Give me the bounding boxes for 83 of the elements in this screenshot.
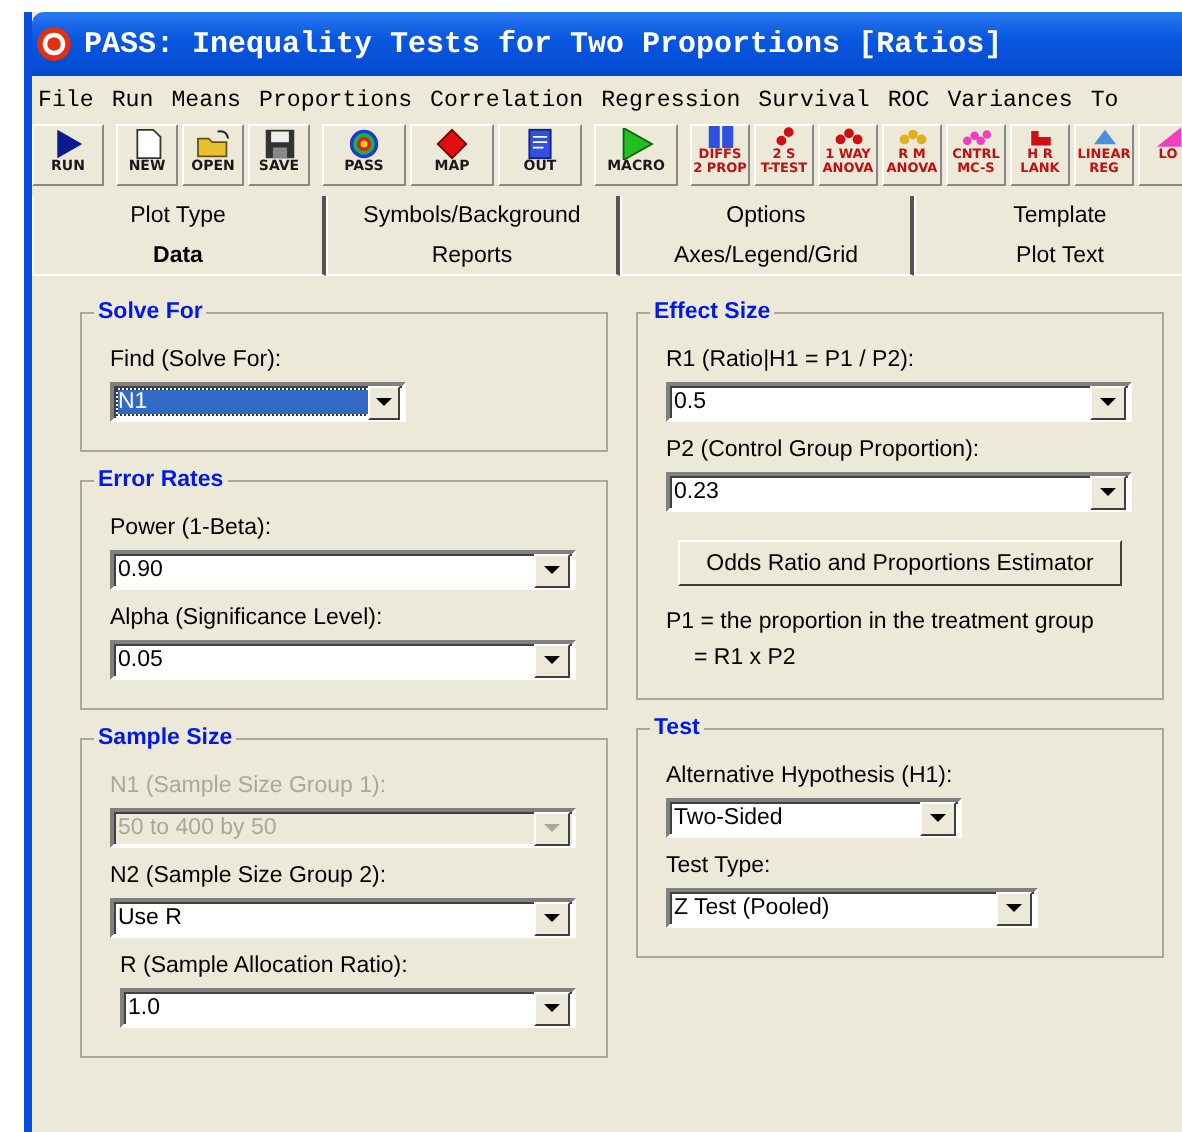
menu-item[interactable]: Survival [758, 87, 870, 113]
caret-icon [544, 1004, 560, 1012]
dropdown[interactable]: N1 [110, 382, 406, 422]
menu-item[interactable]: Regression [601, 87, 741, 113]
caret-icon [544, 566, 560, 574]
caret-icon [544, 914, 560, 922]
dots-icon [961, 126, 991, 148]
note-text: = R1 x P2 [692, 646, 798, 670]
dropdown-arrow-button[interactable] [1090, 475, 1126, 509]
dropdown[interactable]: Two-Sided [666, 798, 962, 838]
dropdown[interactable]: 0.05 [110, 640, 576, 680]
folder-icon [191, 128, 235, 160]
selected-value: 0.5 [674, 390, 708, 414]
caret-icon [1100, 398, 1116, 406]
selected-value: Two-Sided [674, 806, 785, 830]
selected-value: 0.05 [118, 648, 165, 672]
menu-item[interactable]: File [38, 87, 94, 113]
tab[interactable]: Reports [326, 236, 620, 276]
section-title: Effect Size [652, 300, 773, 324]
dropdown-arrow-button[interactable] [920, 801, 956, 835]
wedge-icon [1153, 126, 1182, 148]
menu-item[interactable]: Correlation [430, 87, 584, 113]
dropdown-arrow-button[interactable] [534, 553, 570, 587]
menu-item[interactable]: ROC [887, 87, 930, 113]
field-label: Alternative Hypothesis (H1): [666, 764, 955, 788]
target-icon [36, 26, 72, 62]
dropdown[interactable]: 0.5 [666, 382, 1132, 422]
caret-icon [930, 814, 946, 822]
dots-icon [897, 126, 927, 148]
tab[interactable]: Axes/Legend/Grid [620, 236, 914, 276]
menu-item[interactable]: To [1090, 87, 1119, 113]
field-label: Test Type: [666, 854, 773, 878]
dropdown[interactable]: 1.0 [120, 988, 576, 1028]
steps-icon [1025, 126, 1055, 148]
selected-value: 1.0 [128, 996, 162, 1020]
dropdown-arrow-button[interactable] [534, 643, 570, 677]
field-label: Find (Solve For): [110, 348, 284, 372]
selected-value: 0.90 [118, 558, 165, 582]
section-title: Solve For [96, 300, 205, 324]
dots-icon [833, 126, 863, 148]
dropdown-arrow-button[interactable] [996, 891, 1032, 925]
tab[interactable]: Data [32, 236, 326, 276]
menu-item[interactable]: Means [171, 87, 242, 113]
field-label: Alpha (Significance Level): [110, 606, 385, 630]
dropdown-arrow-button[interactable] [534, 991, 570, 1025]
tab[interactable]: Plot Type [32, 196, 326, 236]
selected-value: 50 to 400 by 50 [118, 816, 279, 840]
field-label: R (Sample Allocation Ratio): [120, 954, 410, 978]
selected-value: 0.23 [674, 480, 721, 504]
field-label: Power (1-Beta): [110, 516, 274, 540]
menu-item[interactable]: Variances [947, 87, 1073, 113]
section-title: Error Rates [96, 468, 226, 492]
tab[interactable]: Plot Text [914, 236, 1182, 276]
menu-item[interactable]: Proportions [259, 87, 413, 113]
section-title: Test [652, 716, 702, 740]
menu-item[interactable]: Run [111, 87, 154, 113]
field-label: N2 (Sample Size Group 2): [110, 864, 389, 888]
field-label: R1 (Ratio|H1 = P1 / P2): [666, 348, 917, 372]
caret-icon [376, 398, 392, 406]
triangle-icon [1089, 126, 1119, 148]
caret-icon [1006, 904, 1022, 912]
dropdown[interactable]: Use R [110, 898, 576, 938]
dropdown-arrow-button[interactable] [368, 385, 400, 419]
bars-icon [705, 126, 735, 148]
caret-icon [544, 656, 560, 664]
caret-icon [544, 824, 560, 832]
section-title: Sample Size [96, 726, 235, 750]
dropdown-arrow-button[interactable] [1090, 385, 1126, 419]
selected-value: Z Test (Pooled) [674, 896, 832, 920]
dropdown[interactable]: Z Test (Pooled) [666, 888, 1038, 928]
note-text: P1 = the proportion in the treatment group [666, 610, 1096, 634]
caret-icon [1100, 488, 1116, 496]
window-title: PASS: Inequality Tests for Two Proportions [Ratios] [84, 27, 1003, 61]
field-label: P2 (Control Group Proportion): [666, 438, 982, 462]
selected-value: Use R [118, 906, 184, 930]
dropdown[interactable]: 0.90 [110, 550, 576, 590]
field-label: N1 (Sample Size Group 1): [110, 774, 389, 798]
dropdown-arrow-button[interactable] [534, 901, 570, 935]
tab[interactable]: Symbols/Background [326, 196, 620, 236]
selected-value: N1 [118, 390, 368, 414]
dropdown[interactable]: 0.23 [666, 472, 1132, 512]
tab[interactable]: Options [620, 196, 914, 236]
estimator-button[interactable]: Odds Ratio and Proportions Estimator [678, 540, 1122, 586]
